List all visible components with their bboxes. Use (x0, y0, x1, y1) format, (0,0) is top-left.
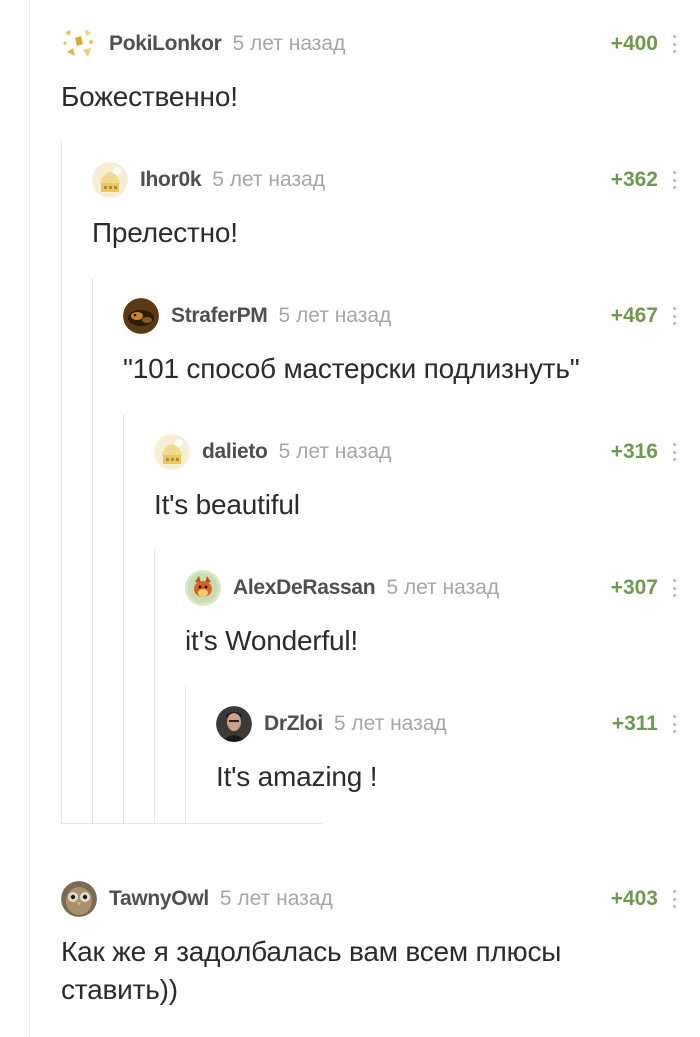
rating: +403 (610, 887, 658, 910)
thread-branch-line[interactable] (185, 686, 186, 823)
comment-text: "101 способ мастерски подлизнуть" (123, 353, 580, 384)
default-avatar[interactable] (92, 162, 128, 198)
username[interactable]: Ihor0k (140, 168, 202, 192)
comment-text: Прелестно! (92, 217, 238, 248)
comment: AlexDeRassan 5 лет назад +307 it's Wonde… (185, 570, 676, 660)
more-icon[interactable] (672, 307, 676, 325)
more-icon[interactable] (672, 890, 676, 908)
comment-text: Как же я задолбалась вам всем плюсы став… (61, 936, 562, 1005)
bird-avatar[interactable] (123, 298, 159, 334)
timestamp[interactable]: 5 лет назад (233, 32, 346, 56)
comment: TawnyOwl 5 лет назад +403 Как же я задол… (61, 881, 676, 1009)
comment: DrZloi 5 лет назад +311 It's amazing ! (216, 706, 676, 796)
username[interactable]: DrZloi (264, 712, 323, 736)
timestamp[interactable]: 5 лет назад (279, 440, 392, 464)
thread-branch-line[interactable] (92, 278, 93, 823)
username[interactable]: TawnyOwl (109, 887, 209, 911)
timestamp[interactable]: 5 лет назад (386, 576, 499, 600)
comment: PokiLonkor 5 лет назад +400 Божественно! (61, 26, 676, 116)
more-icon[interactable] (672, 579, 676, 597)
thread-branch-line[interactable] (61, 142, 62, 823)
timestamp[interactable]: 5 лет назад (279, 304, 392, 328)
sparkle-avatar[interactable] (61, 26, 97, 62)
owl-avatar[interactable] (61, 881, 97, 917)
more-icon[interactable] (672, 171, 676, 189)
timestamp[interactable]: 5 лет назад (334, 712, 447, 736)
photo-avatar[interactable] (216, 706, 252, 742)
username[interactable]: dalieto (202, 440, 268, 464)
comment-text: It's amazing ! (216, 761, 378, 792)
thread-end-line (61, 823, 322, 824)
comment: dalieto 5 лет назад +316 It's beautiful (154, 434, 676, 524)
comment-header: AlexDeRassan 5 лет назад +307 (185, 570, 676, 606)
rating: +467 (610, 304, 658, 327)
comment-header: Ihor0k 5 лет назад +362 (92, 162, 676, 198)
more-icon[interactable] (672, 443, 676, 461)
comment-header: dalieto 5 лет назад +316 (154, 434, 676, 470)
rating: +316 (610, 440, 658, 463)
comment-header: StraferPM 5 лет назад +467 (123, 298, 676, 334)
username[interactable]: PokiLonkor (109, 32, 222, 56)
more-icon[interactable] (672, 35, 676, 53)
comment-text: Божественно! (61, 81, 238, 112)
default-avatar[interactable] (154, 434, 190, 470)
fox-avatar[interactable] (185, 570, 221, 606)
more-icon[interactable] (672, 715, 676, 733)
comment-text: it's Wonderful! (185, 625, 359, 656)
comment-text: It's beautiful (154, 489, 300, 520)
comment-header: DrZloi 5 лет назад +311 (216, 706, 676, 742)
timestamp[interactable]: 5 лет назад (212, 168, 325, 192)
username[interactable]: StraferPM (171, 304, 268, 328)
thread-branch-line[interactable] (123, 414, 124, 823)
comment-header: TawnyOwl 5 лет назад +403 (61, 881, 676, 917)
comment: Ihor0k 5 лет назад +362 Прелестно! (92, 162, 676, 252)
rating: +311 (611, 712, 658, 735)
username[interactable]: AlexDeRassan (233, 576, 376, 600)
comment: StraferPM 5 лет назад +467 "101 способ м… (123, 298, 676, 388)
timestamp[interactable]: 5 лет назад (220, 887, 333, 911)
rating: +362 (610, 168, 658, 191)
comment-header: PokiLonkor 5 лет назад +400 (61, 26, 676, 62)
rating: +307 (610, 576, 658, 599)
rating: +400 (610, 32, 658, 55)
thread-outer-line (29, 0, 30, 1037)
thread-branch-line[interactable] (154, 550, 155, 823)
